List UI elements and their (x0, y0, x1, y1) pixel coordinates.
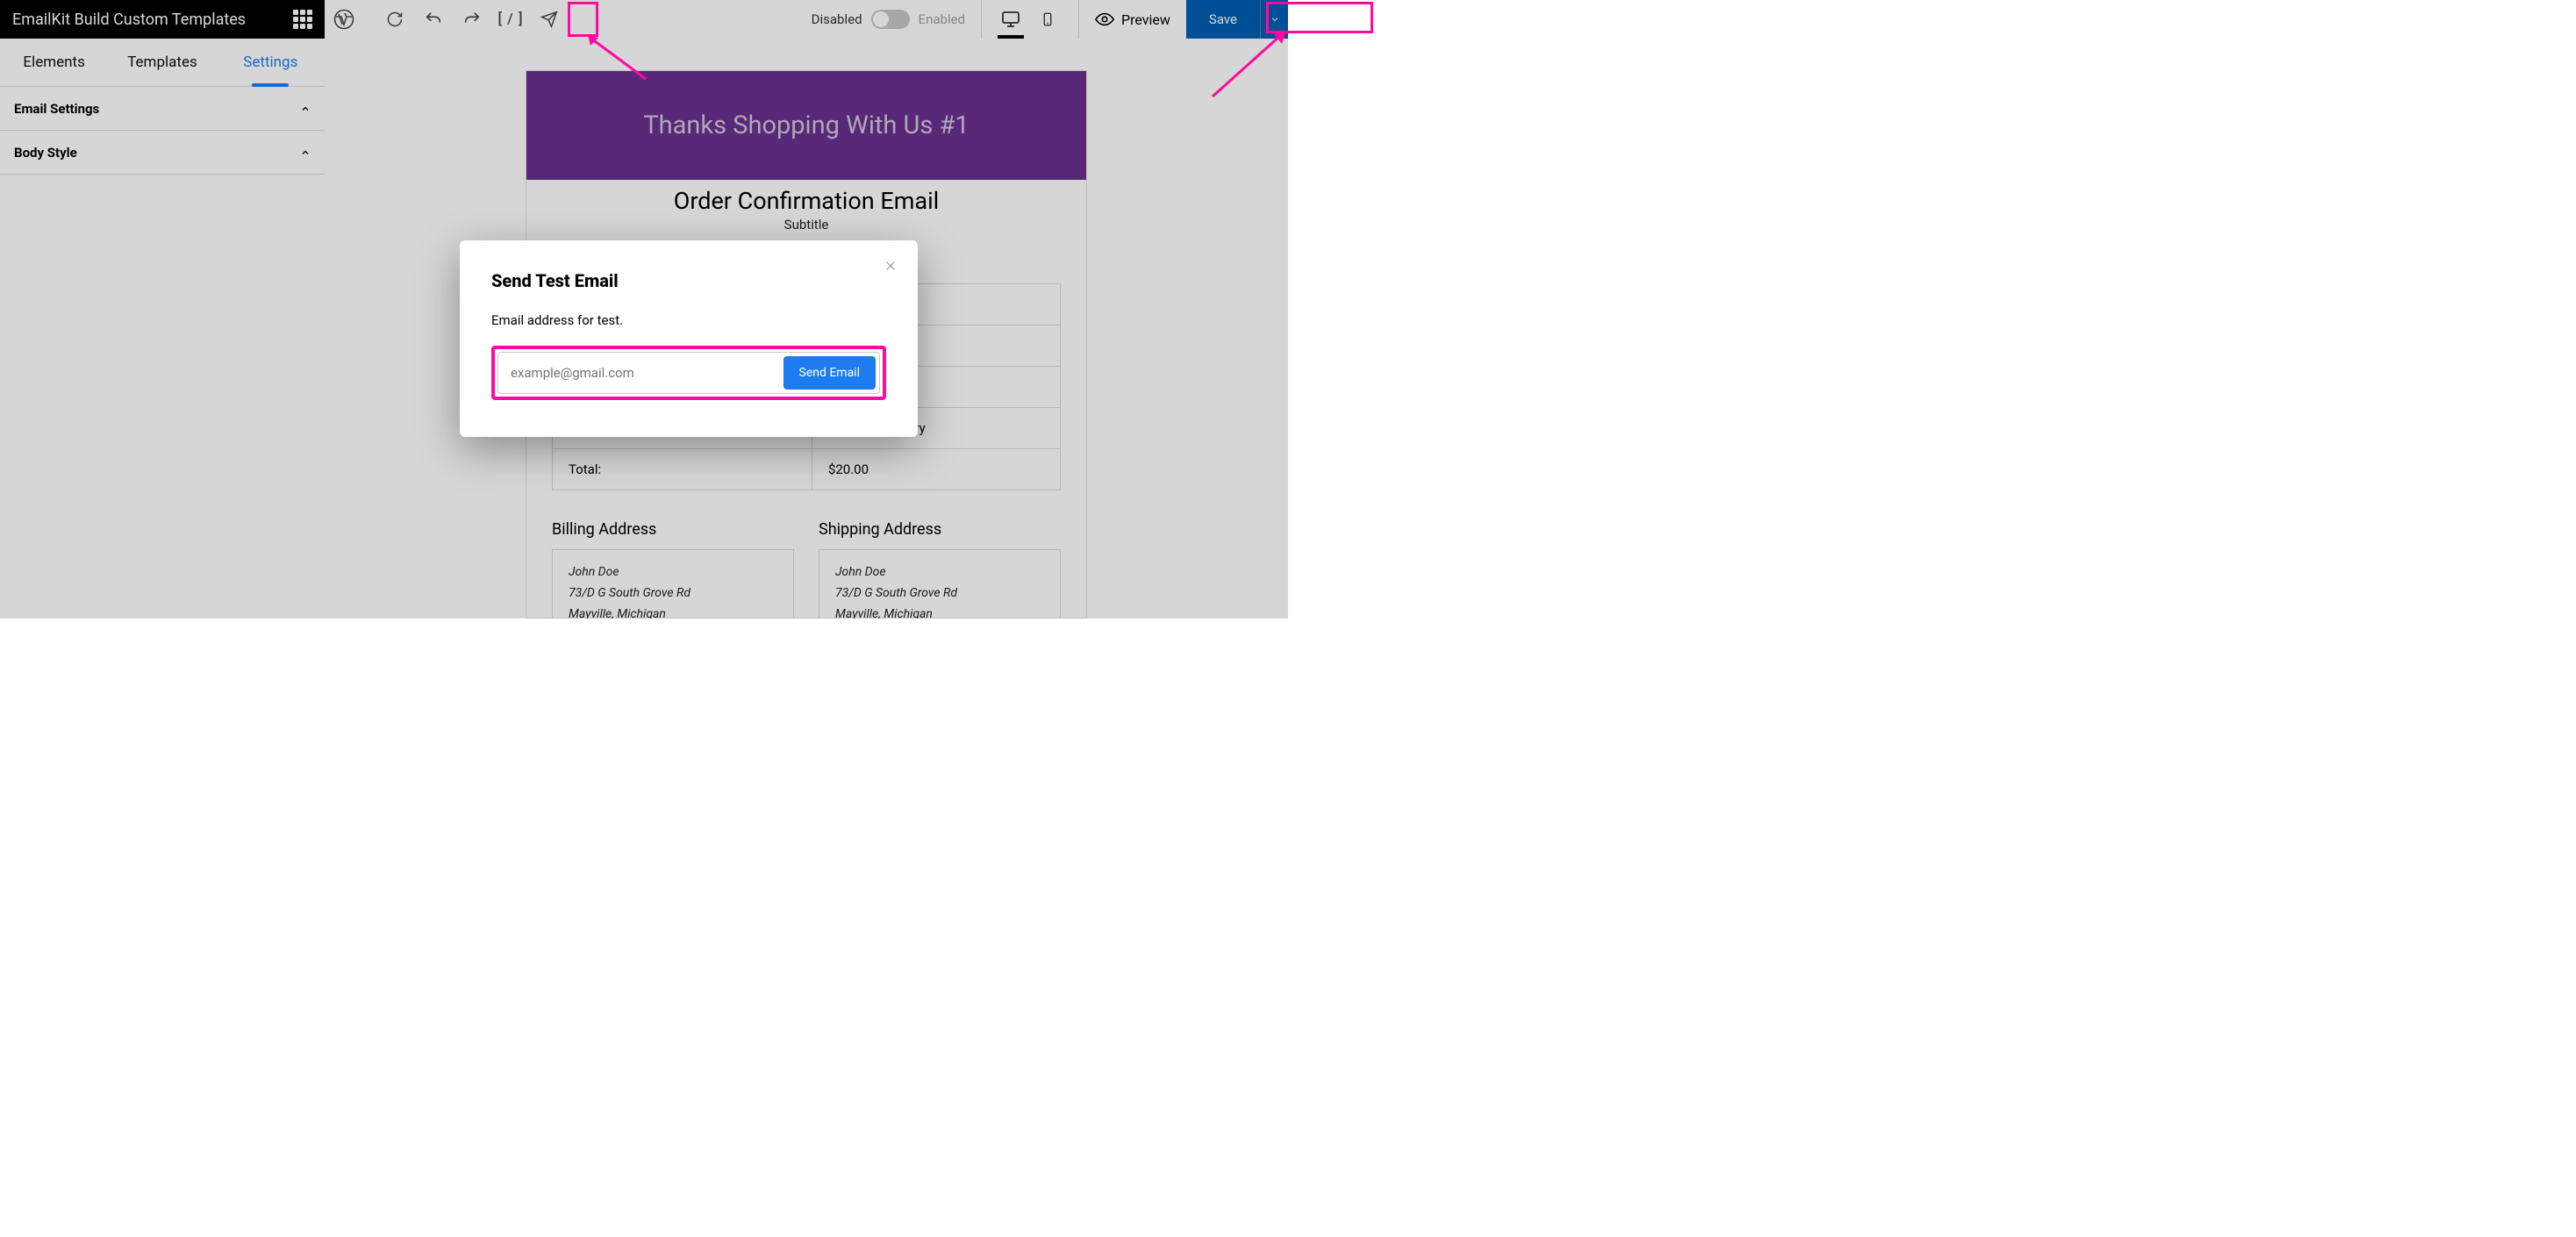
device-switcher (981, 0, 1066, 39)
doc-subtitle[interactable]: Subtitle (526, 217, 1086, 232)
send-test-email-icon[interactable] (530, 0, 569, 39)
preview-label: Preview (1121, 11, 1170, 28)
address-section[interactable]: Billing Address John Doe 73/D G South Gr… (552, 520, 1061, 618)
chevron-up-icon (300, 147, 311, 158)
modal-title: Send Test Email (491, 270, 886, 291)
accordion-email-settings[interactable]: Email Settings (0, 87, 325, 131)
chevron-down-icon (1270, 14, 1280, 25)
shipping-heading: Shipping Address (819, 520, 1061, 539)
save-button[interactable]: Save (1186, 0, 1260, 39)
hero-banner[interactable]: Thanks Shopping With Us #1 (526, 71, 1086, 180)
table-row: Total:$20.00 (553, 449, 1061, 490)
brand-title: EmailKit Build Custom Templates (12, 11, 246, 29)
email-input-row: Send Email (497, 352, 880, 394)
annotation-highlight: Send Email (491, 346, 886, 400)
top-bar: EmailKit Build Custom Templates [ / ] Di… (0, 0, 1288, 39)
chevron-up-icon (300, 104, 311, 114)
preview-button[interactable]: Preview (1078, 0, 1186, 39)
reload-icon[interactable] (376, 0, 414, 39)
tab-elements[interactable]: Elements (0, 39, 108, 86)
apps-grid-icon[interactable] (293, 10, 312, 29)
toggle-enabled-label: Enabled (919, 11, 965, 27)
close-icon[interactable] (883, 258, 898, 274)
billing-address: John Doe 73/D G South Grove Rd Mayville,… (552, 549, 794, 618)
device-mobile-icon[interactable] (1029, 0, 1066, 39)
test-email-input[interactable] (511, 357, 784, 389)
undo-icon[interactable] (414, 0, 453, 39)
device-desktop-icon[interactable] (992, 0, 1029, 39)
brand-bar: EmailKit Build Custom Templates (0, 0, 325, 39)
save-button-group: Save (1186, 0, 1288, 39)
tab-templates[interactable]: Templates (108, 39, 216, 86)
enable-toggle[interactable] (871, 10, 910, 29)
send-email-button[interactable]: Send Email (784, 356, 877, 390)
redo-icon[interactable] (453, 0, 491, 39)
modal-label: Email address for test. (491, 312, 886, 328)
side-panel: Elements Templates Settings Email Settin… (0, 39, 325, 618)
doc-title[interactable]: Order Confirmation Email (526, 187, 1086, 215)
tab-settings[interactable]: Settings (217, 39, 325, 86)
shipping-address: John Doe 73/D G South Grove Rd Mayville,… (819, 549, 1061, 618)
save-options-caret[interactable] (1260, 0, 1288, 39)
billing-heading: Billing Address (552, 520, 794, 539)
side-tabs: Elements Templates Settings (0, 39, 325, 87)
eye-icon (1095, 10, 1114, 29)
send-test-email-modal: Send Test Email Email address for test. … (460, 240, 918, 437)
shortcode-button[interactable]: [ / ] (491, 0, 530, 39)
wordpress-icon[interactable] (325, 0, 363, 39)
accordion-body-style[interactable]: Body Style (0, 131, 325, 175)
toggle-disabled-label: Disabled (812, 11, 862, 27)
